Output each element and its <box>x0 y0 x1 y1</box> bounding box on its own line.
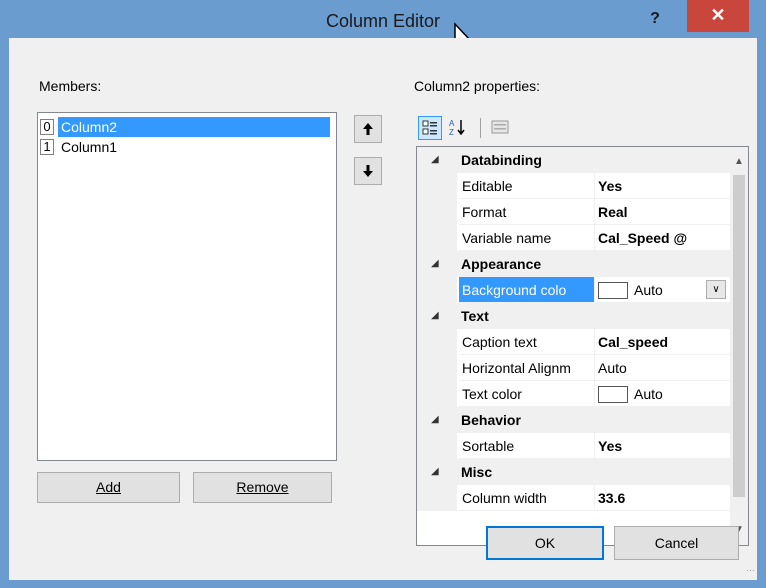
category-row[interactable]: ◢ Text <box>417 303 730 329</box>
help-button[interactable]: ? <box>640 8 670 34</box>
row-gutter <box>417 277 457 303</box>
property-value-text: Yes <box>598 438 623 454</box>
category-name: Databinding <box>461 152 542 168</box>
remove-button[interactable]: Remove <box>193 472 332 503</box>
row-gutter <box>417 381 457 407</box>
cancel-button[interactable]: Cancel <box>614 526 739 560</box>
property-row[interactable]: Text color Auto <box>417 381 730 407</box>
row-gutter <box>417 355 457 381</box>
property-row[interactable]: Background colo Auto ∨ <box>417 277 730 303</box>
property-value[interactable]: Auto <box>595 355 730 381</box>
category-name: Behavior <box>461 412 521 428</box>
row-gutter <box>417 173 457 199</box>
property-name[interactable]: Background colo <box>459 277 595 303</box>
list-item-index: 1 <box>40 139 54 155</box>
toolbar-separator <box>480 118 481 138</box>
close-button[interactable]: ✕ <box>687 0 749 32</box>
collapse-icon[interactable]: ◢ <box>431 407 445 433</box>
property-value-text: Real <box>598 204 628 220</box>
scroll-thumb[interactable] <box>733 175 745 497</box>
property-grid[interactable]: ▲ ▼ ◢ Databinding Editable Yes Format Real Var… <box>416 146 749 546</box>
collapse-icon[interactable]: ◢ <box>431 459 445 485</box>
list-item-name: Column2 <box>58 117 330 137</box>
category-name: Text <box>461 308 489 324</box>
property-name[interactable]: Sortable <box>459 433 595 459</box>
property-value[interactable]: Real <box>595 199 730 225</box>
svg-text:Z: Z <box>449 128 454 136</box>
category-row[interactable]: ◢ Databinding <box>417 147 730 173</box>
property-row[interactable]: Editable Yes <box>417 173 730 199</box>
property-name[interactable]: Editable <box>459 173 595 199</box>
color-swatch <box>598 385 628 403</box>
row-gutter <box>417 199 457 225</box>
ok-button[interactable]: OK <box>486 526 604 560</box>
property-row[interactable]: Caption text Cal_speed <box>417 329 730 355</box>
property-pages-icon <box>491 120 509 134</box>
property-value-text: Cal_speed <box>598 334 669 350</box>
property-name[interactable]: Format <box>459 199 595 225</box>
category-name: Misc <box>461 464 493 480</box>
members-label: Members: <box>39 78 102 94</box>
category-row[interactable]: ◢ Misc <box>417 459 730 485</box>
category-row[interactable]: ◢ Appearance <box>417 251 730 277</box>
resize-grip-icon[interactable]: ⋯ <box>746 564 758 576</box>
property-pages-button[interactable] <box>488 116 512 140</box>
property-value[interactable]: Cal_speed <box>595 329 730 355</box>
add-button[interactable]: Add <box>37 472 180 503</box>
property-row[interactable]: Variable name Cal_Speed @ <box>417 225 730 251</box>
categorized-button[interactable] <box>418 116 442 140</box>
column-editor-dialog: Column Editor ? ✕ Members: 0 Column2 1 Colu… <box>0 0 766 588</box>
collapse-icon[interactable]: ◢ <box>431 303 445 329</box>
svg-text:A: A <box>449 119 455 128</box>
arrow-up-icon <box>363 123 373 135</box>
property-value-text: 33.6 <box>598 490 626 506</box>
property-grid-scrollbar[interactable]: ▲ ▼ <box>730 147 748 545</box>
remove-button-label: Remove <box>236 479 289 495</box>
category-name: Appearance <box>461 256 542 272</box>
row-gutter <box>417 225 457 251</box>
row-gutter <box>417 329 457 355</box>
collapse-icon[interactable]: ◢ <box>431 251 445 277</box>
property-value-text: Auto <box>598 360 627 376</box>
property-value[interactable]: 33.6 <box>595 485 730 511</box>
property-value-text: Auto <box>634 282 663 298</box>
property-value[interactable]: Cal_Speed @ <box>595 225 730 251</box>
list-item-index: 0 <box>40 119 54 135</box>
members-list[interactable]: 0 Column2 1 Column1 <box>37 112 337 461</box>
arrow-down-icon <box>363 165 373 177</box>
category-row[interactable]: ◢ Behavior <box>417 407 730 433</box>
properties-label: Column2 properties: <box>414 78 541 94</box>
property-row[interactable]: Sortable Yes <box>417 433 730 459</box>
color-swatch <box>598 281 628 299</box>
property-name[interactable]: Horizontal Alignm <box>459 355 595 381</box>
move-down-button[interactable] <box>354 157 382 185</box>
list-item-name: Column1 <box>61 139 118 155</box>
property-name[interactable]: Text color <box>459 381 595 407</box>
property-value[interactable]: Yes <box>595 173 730 199</box>
properties-toolbar: A Z <box>418 116 748 144</box>
scroll-up-icon[interactable]: ▲ <box>730 153 748 171</box>
dropdown-chevron-icon[interactable]: ∨ <box>706 280 726 299</box>
property-value[interactable]: Auto ∨ <box>595 277 730 303</box>
property-name[interactable]: Variable name <box>459 225 595 251</box>
property-value-text: Auto <box>634 386 663 402</box>
row-gutter <box>417 485 457 511</box>
alphabetical-button[interactable]: A Z <box>446 116 470 140</box>
property-value-text: Yes <box>598 178 623 194</box>
sort-az-icon: A Z <box>449 119 465 137</box>
move-up-button[interactable] <box>354 115 382 143</box>
property-name[interactable]: Column width <box>459 485 595 511</box>
property-value[interactable]: Auto <box>595 381 730 407</box>
property-name[interactable]: Caption text <box>459 329 595 355</box>
property-value[interactable]: Yes <box>595 433 730 459</box>
property-row[interactable]: Horizontal Alignm Auto <box>417 355 730 381</box>
row-gutter <box>417 433 457 459</box>
property-row[interactable]: Format Real <box>417 199 730 225</box>
categorized-icon <box>422 120 437 135</box>
property-value-text: Cal_Speed @ <box>598 230 688 246</box>
add-button-label: Add <box>96 479 121 495</box>
collapse-icon[interactable]: ◢ <box>431 147 445 173</box>
title-bar[interactable]: Column Editor ? ✕ <box>0 0 766 51</box>
property-row[interactable]: Column width 33.6 <box>417 485 730 511</box>
